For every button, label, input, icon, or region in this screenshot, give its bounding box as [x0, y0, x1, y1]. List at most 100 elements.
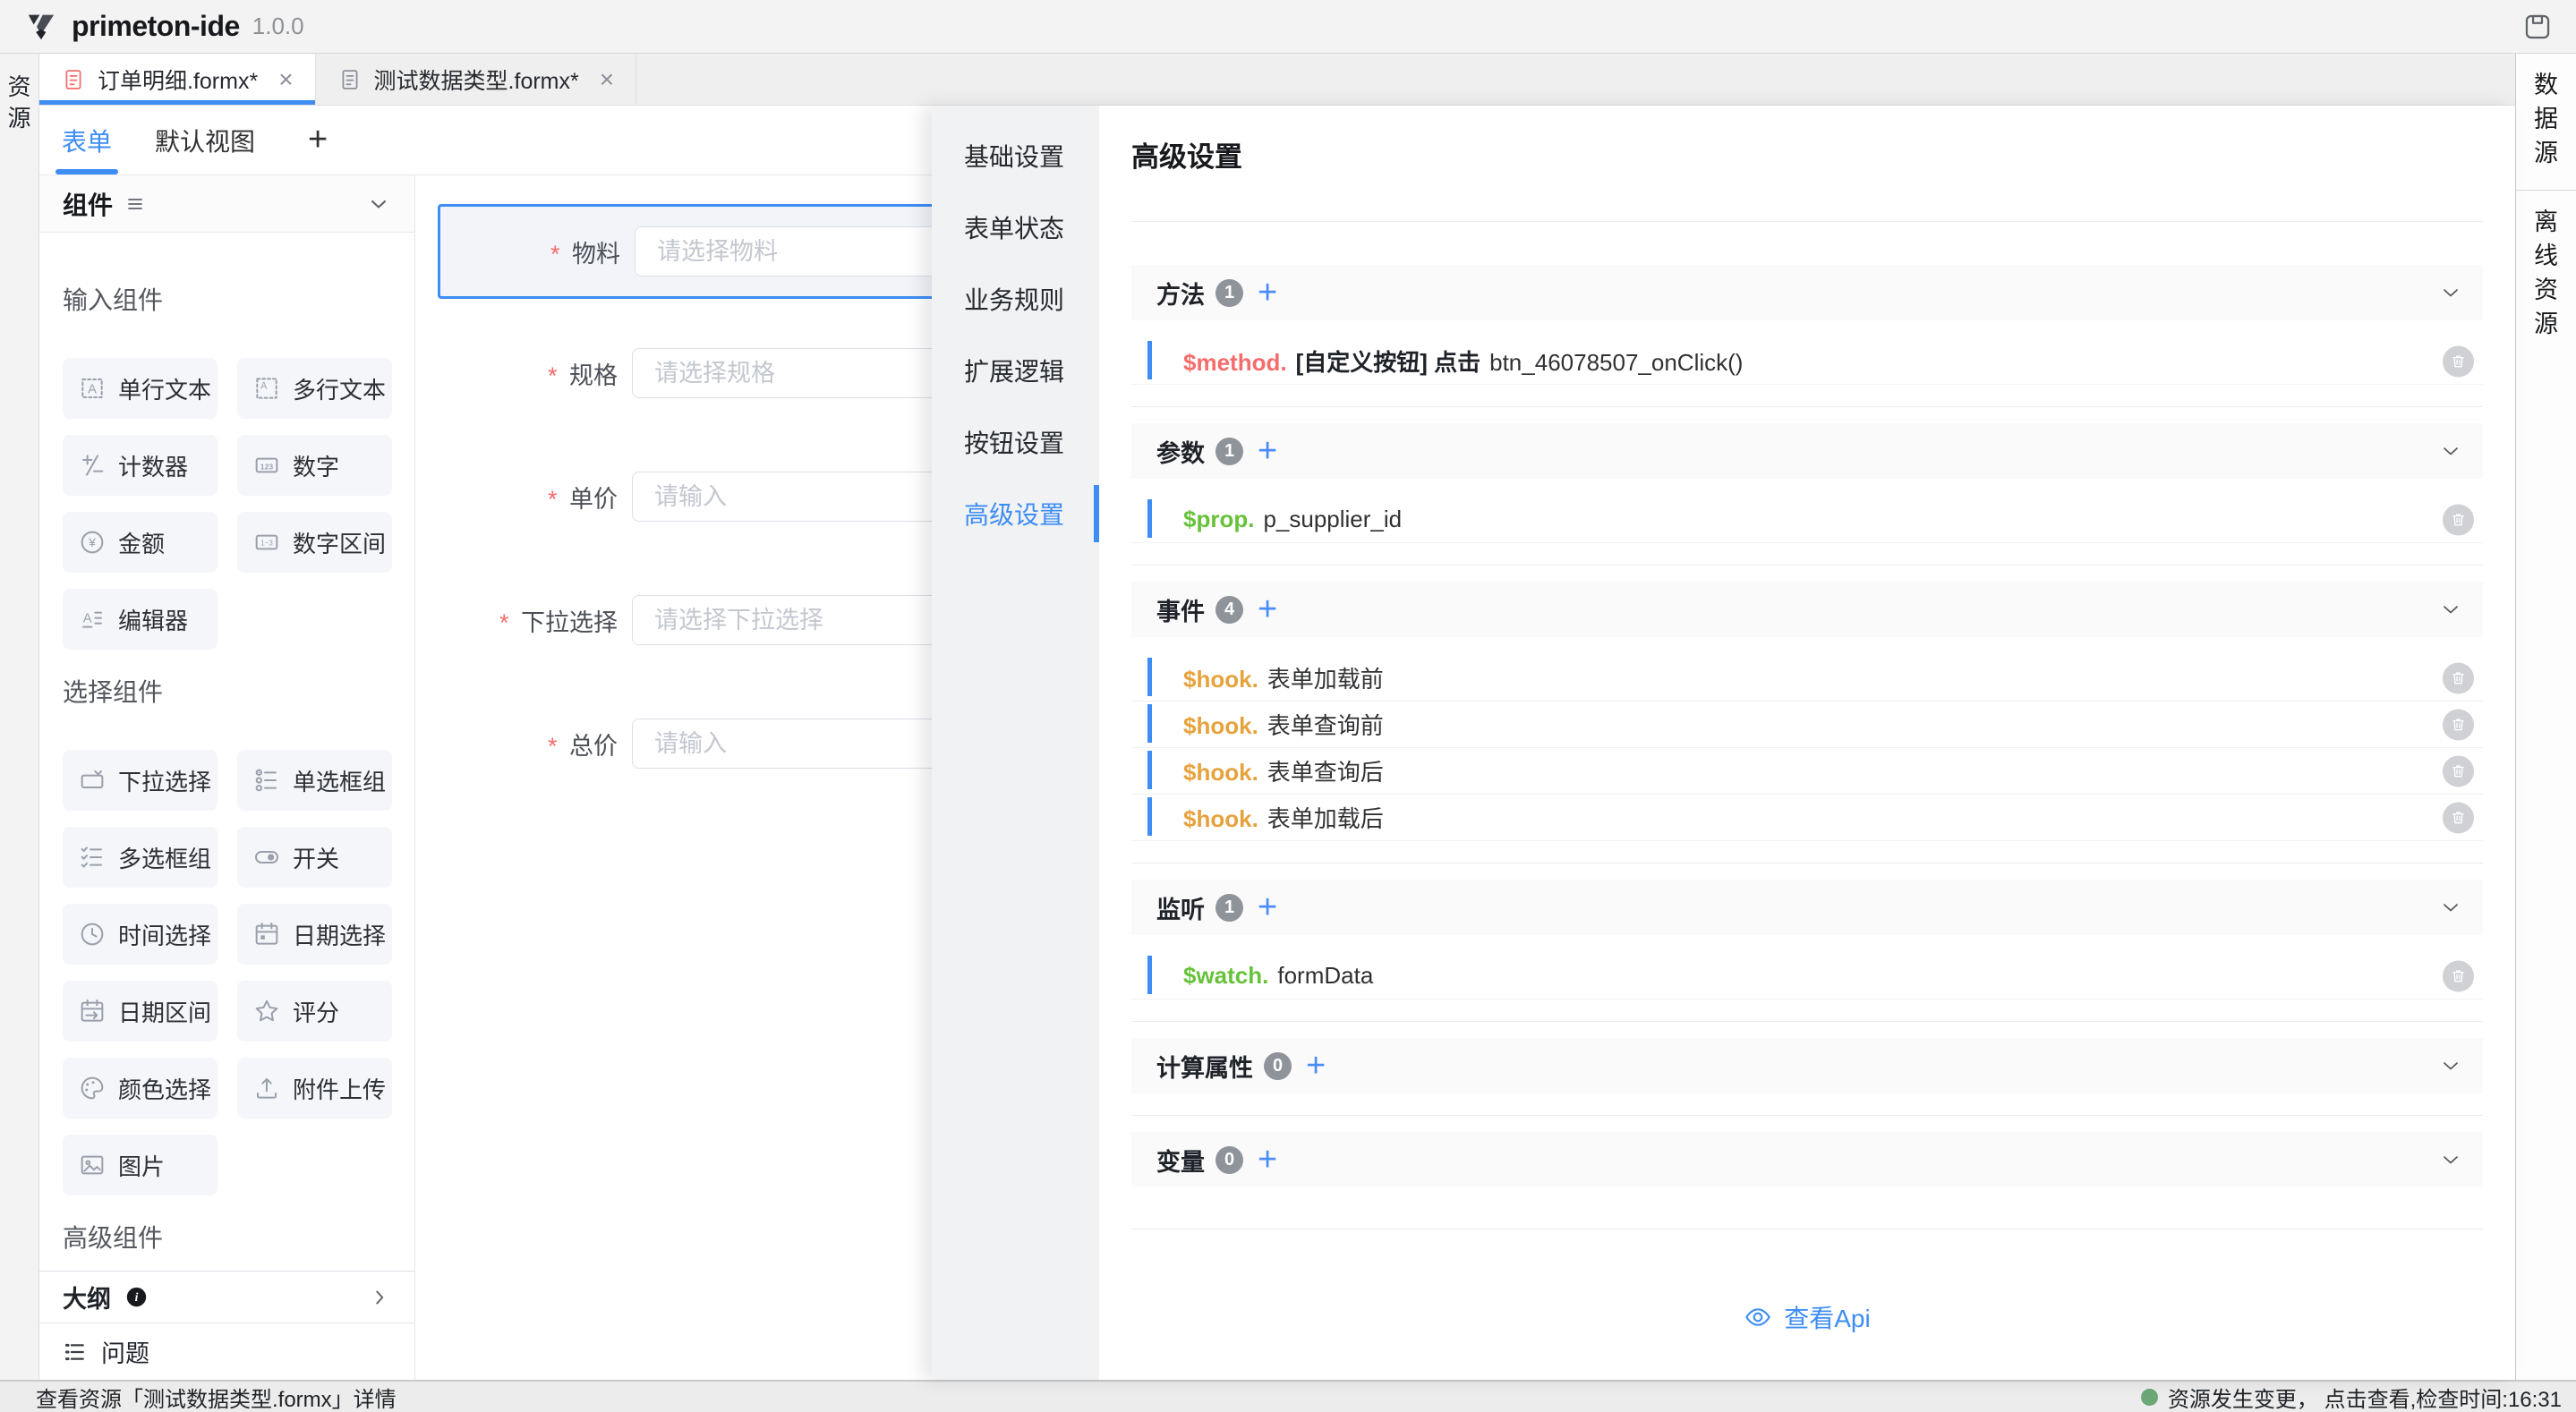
add-item-button[interactable]: +: [1258, 890, 1277, 924]
palette-item-image[interactable]: 图片: [63, 1135, 218, 1195]
settings-nav-item-4[interactable]: 按钮设置: [932, 406, 1099, 478]
section-items: $prop.p_supplier_id: [1131, 497, 2483, 543]
status-resource-detail[interactable]: 查看资源「测试数据类型.formx」详情: [36, 1382, 397, 1412]
rail-item-datasource[interactable]: 数据源: [2516, 54, 2576, 191]
section-item-1-0[interactable]: $prop.p_supplier_id: [1131, 497, 2483, 543]
field-label: * 规格: [438, 356, 618, 391]
document-icon: [61, 67, 86, 92]
resources-rail-label: 资源: [0, 72, 38, 134]
view-api-link[interactable]: 查看Api: [1131, 1299, 2483, 1335]
palette-item-radio-group[interactable]: 单选框组: [237, 750, 392, 811]
palette-item-label: 计数器: [118, 449, 188, 482]
count-badge: 1: [1215, 894, 1243, 922]
svg-text:A: A: [260, 381, 268, 392]
view-tab-0[interactable]: 表单: [59, 106, 115, 174]
section-header-3[interactable]: 监听1+: [1131, 880, 2483, 935]
resource-change-status[interactable]: 资源发生变更， 点击查看,检查时间:16:31: [2141, 1382, 2562, 1412]
settings-nav-item-2[interactable]: 业务规则: [932, 263, 1099, 335]
palette-header[interactable]: 组件: [39, 175, 414, 233]
palette-item-number-range[interactable]: 1~3数字区间: [237, 512, 392, 573]
palette-section-1: 选择组件下拉选择单选框组多选框组开关时间选择日期选择日期区间评分颜色选择附件上传…: [63, 650, 391, 1195]
settings-nav-item-5[interactable]: 高级设置: [932, 478, 1099, 549]
add-item-button[interactable]: +: [1258, 1143, 1277, 1177]
item-token: $hook.: [1183, 805, 1258, 833]
required-asterisk: *: [499, 609, 509, 636]
settings-nav-item-1[interactable]: 表单状态: [932, 191, 1099, 263]
chevron-down-icon[interactable]: [2438, 1053, 2463, 1078]
delete-item-button[interactable]: [2443, 345, 2474, 377]
problems-label: 问题: [101, 1334, 149, 1369]
settings-nav-item-3[interactable]: 扩展逻辑: [932, 335, 1099, 406]
palette-item-date-range[interactable]: 日期区间: [63, 981, 218, 1042]
outline-panel-toggle[interactable]: 大纲 i: [39, 1271, 414, 1323]
close-icon[interactable]: ×: [600, 67, 614, 92]
delete-item-button[interactable]: [2443, 755, 2474, 787]
section-item-0-0[interactable]: $method.[自定义按钮] 点击btn_46078507_onClick(): [1131, 338, 2483, 385]
palette-item-number[interactable]: 123数字: [237, 435, 392, 496]
palette-item-single-line-text[interactable]: A单行文本: [63, 358, 218, 419]
palette-item-money[interactable]: ¥金额: [63, 512, 218, 573]
chevron-down-icon[interactable]: [2438, 438, 2463, 464]
chevron-down-icon[interactable]: [2438, 597, 2463, 622]
delete-item-button[interactable]: [2443, 504, 2474, 535]
divider: [1131, 406, 2483, 407]
palette-item-counter[interactable]: 计数器: [63, 435, 218, 496]
palette-item-upload[interactable]: 附件上传: [237, 1058, 392, 1119]
section-item-3-0[interactable]: $watch.formData: [1131, 953, 2483, 999]
settings-nav-item-0[interactable]: 基础设置: [932, 120, 1099, 191]
palette-item-date[interactable]: 日期选择: [237, 904, 392, 965]
palette-item-select[interactable]: 下拉选择: [63, 750, 218, 811]
palette-section-title: 输入组件: [63, 281, 391, 317]
settings-nav: 基础设置表单状态业务规则扩展逻辑按钮设置高级设置: [932, 106, 1099, 1380]
palette-section-0: 输入组件 A单行文本 A多行文本计数器 123数字 ¥金额 1~3数字区间 A编辑器: [63, 233, 391, 650]
document-icon: [337, 67, 363, 92]
close-icon[interactable]: ×: [278, 67, 293, 92]
section-header-5[interactable]: 变量0+: [1131, 1132, 2483, 1187]
problems-panel-toggle[interactable]: 问题: [39, 1323, 414, 1380]
palette-item-checkbox-group[interactable]: 多选框组: [63, 827, 218, 888]
chevron-down-icon[interactable]: [2438, 1147, 2463, 1172]
color-icon: [78, 1074, 107, 1102]
section-header-2[interactable]: 事件4+: [1131, 582, 2483, 637]
multi-line-text-icon: A: [252, 374, 281, 403]
palette-item-color[interactable]: 颜色选择: [63, 1058, 218, 1119]
add-item-button[interactable]: +: [1258, 592, 1277, 626]
add-item-button[interactable]: +: [1258, 276, 1277, 310]
chevron-down-icon[interactable]: [2438, 280, 2463, 305]
rail-item-offline-resources[interactable]: 离线资源: [2516, 191, 2576, 361]
add-item-button[interactable]: +: [1306, 1049, 1326, 1083]
save-icon[interactable]: [2522, 12, 2553, 42]
section-item-2-1[interactable]: $hook.表单查询前: [1131, 702, 2483, 748]
view-api-label: 查看Api: [1784, 1299, 1870, 1335]
view-tab-1[interactable]: 默认视图: [152, 106, 258, 174]
file-tab-0[interactable]: 订单明细.formx*×: [39, 54, 316, 105]
palette-item-editor[interactable]: A编辑器: [63, 589, 218, 650]
chevron-down-icon[interactable]: [2438, 895, 2463, 920]
count-badge: 1: [1215, 438, 1243, 465]
divider: [1131, 565, 2483, 566]
palette-item-multi-line-text[interactable]: A多行文本: [237, 358, 392, 419]
svg-text:123: 123: [260, 462, 274, 471]
left-rail-resources[interactable]: 资源: [0, 54, 39, 1380]
palette-item-switch[interactable]: 开关: [237, 827, 392, 888]
palette-item-rate[interactable]: 评分: [237, 981, 392, 1042]
palette-item-time[interactable]: 时间选择: [63, 904, 218, 965]
rate-icon: [252, 997, 281, 1025]
add-view-button[interactable]: +: [308, 121, 328, 159]
section-item-2-2[interactable]: $hook.表单查询后: [1131, 748, 2483, 795]
section-header-4[interactable]: 计算属性0+: [1131, 1038, 2483, 1093]
section-header-0[interactable]: 方法1+: [1131, 265, 2483, 320]
delete-item-button[interactable]: [2443, 802, 2474, 833]
delete-item-button[interactable]: [2443, 709, 2474, 740]
section-header-1[interactable]: 参数1+: [1131, 423, 2483, 479]
file-tab-1[interactable]: 测试数据类型.formx*×: [316, 54, 637, 105]
item-plain-text: 表单查询前: [1267, 708, 1384, 741]
item-text: $hook.表单查询前: [1183, 708, 1384, 741]
section-item-2-3[interactable]: $hook.表单加载后: [1131, 795, 2483, 841]
chevron-down-icon[interactable]: [366, 191, 391, 217]
select-icon: [78, 766, 107, 795]
section-item-2-0[interactable]: $hook.表单加载前: [1131, 655, 2483, 702]
add-item-button[interactable]: +: [1258, 434, 1277, 468]
delete-item-button[interactable]: [2443, 960, 2474, 991]
delete-item-button[interactable]: [2443, 662, 2474, 693]
